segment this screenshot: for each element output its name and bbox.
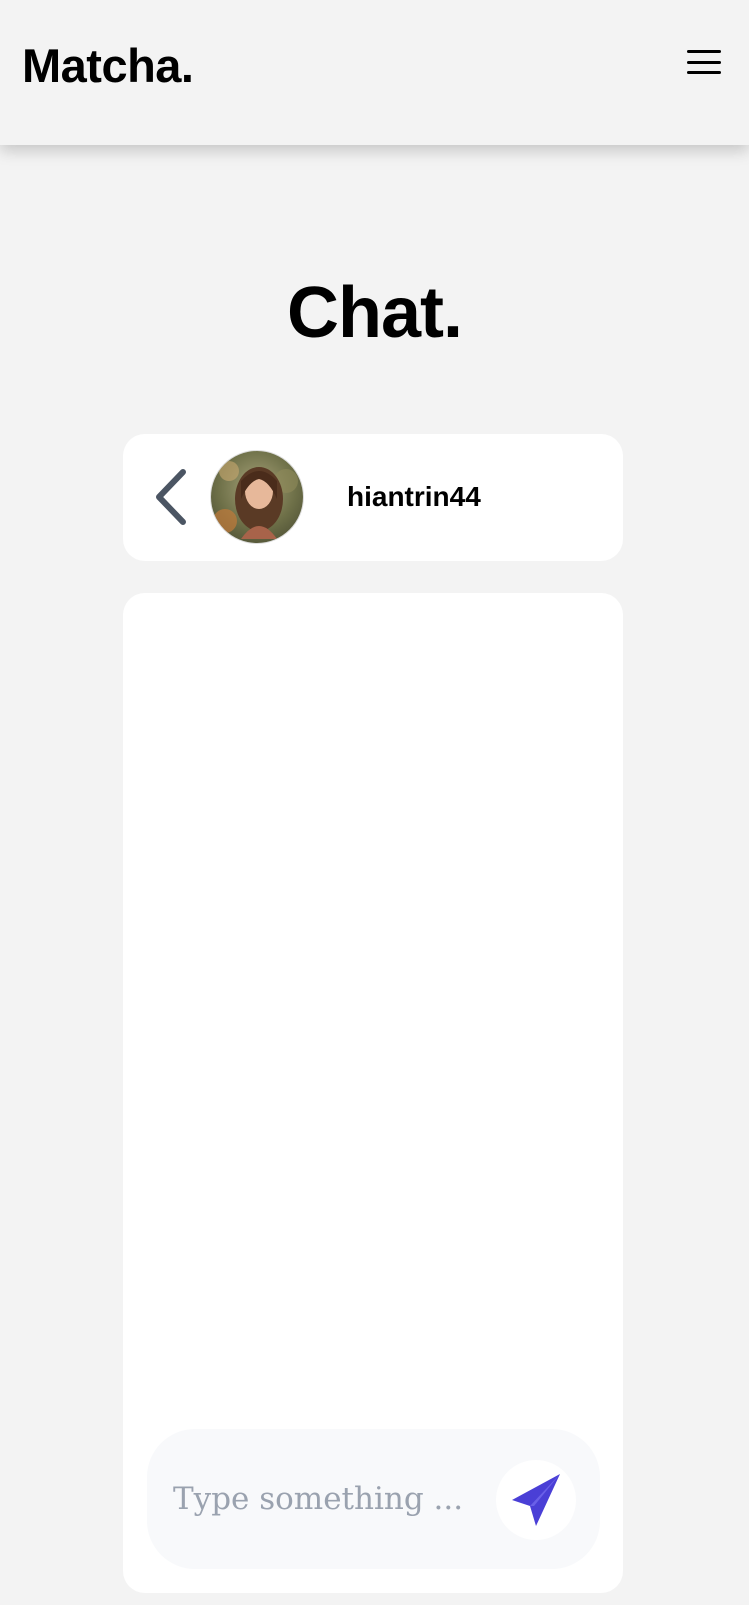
message-input[interactable] [171, 1473, 475, 1525]
send-button[interactable] [496, 1460, 576, 1540]
back-button[interactable] [151, 467, 191, 527]
paper-plane-icon [512, 1474, 560, 1526]
top-navbar: Matcha. [0, 0, 749, 145]
contact-username[interactable]: hiantrin44 [347, 481, 481, 513]
profile-photo [211, 451, 303, 543]
chat-contact-header: hiantrin44 [123, 434, 623, 561]
chevron-left-icon [156, 469, 186, 525]
hamburger-menu-icon [687, 50, 721, 74]
chat-messages-panel [123, 593, 623, 1593]
brand-logo[interactable]: Matcha. [22, 38, 194, 93]
page-title: Chat. [287, 273, 463, 353]
avatar[interactable] [211, 451, 303, 543]
menu-button[interactable] [687, 50, 721, 80]
message-composer [147, 1429, 600, 1569]
